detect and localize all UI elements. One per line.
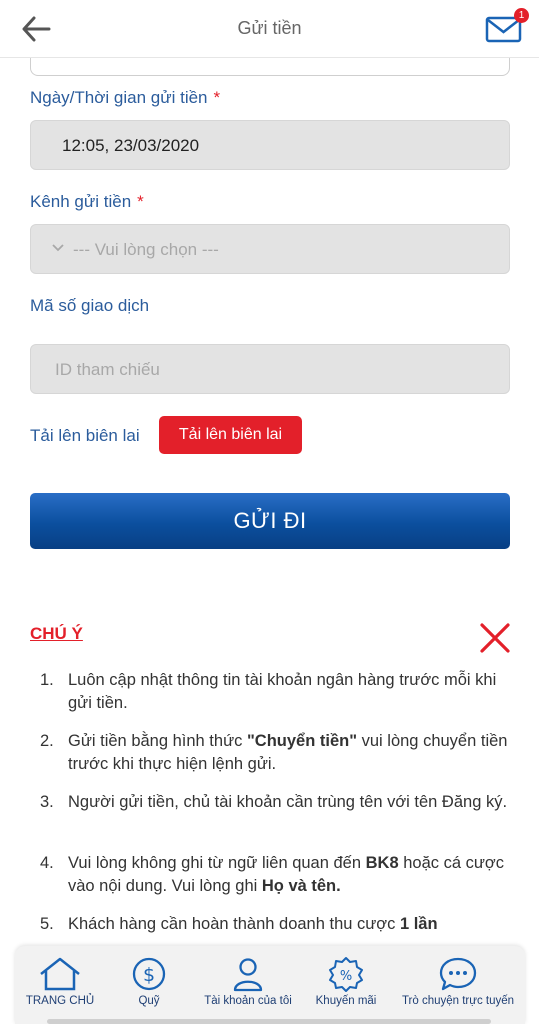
datetime-label: Ngày/Thời gian gửi tiền * (30, 88, 221, 107)
nav-fund[interactable]: $ Quỹ (119, 956, 179, 1007)
dollar-coin-icon: $ (132, 957, 166, 991)
user-icon (233, 958, 263, 992)
datetime-field[interactable]: 12:05, 23/03/2020 (30, 120, 510, 170)
transaction-id-input[interactable]: ID tham chiếu (30, 344, 510, 394)
page-title: Gửi tiền (237, 18, 302, 38)
chat-bubble-icon (439, 957, 477, 991)
bottom-navigation: TRANG CHỦ $ Quỹ Tài khoản của tôi % Khuy… (15, 946, 525, 1024)
channel-select[interactable]: --- Vui lòng chọn --- (30, 224, 510, 274)
svg-text:$: $ (143, 964, 155, 986)
close-icon[interactable] (478, 621, 512, 655)
app-header: Gửi tiền 1 (0, 0, 539, 58)
submit-button[interactable]: GỬI ĐI (30, 493, 510, 549)
home-icon (40, 957, 80, 991)
home-indicator (47, 1019, 491, 1024)
notice-title: CHÚ Ý (30, 624, 83, 643)
percent-badge-icon: % (329, 957, 363, 992)
nav-my-account[interactable]: Tài khoản của tôi (193, 956, 303, 1007)
svg-text:%: % (340, 969, 352, 984)
upload-receipt-button[interactable]: Tải lên biên lai (159, 416, 302, 454)
nav-home[interactable]: TRANG CHỦ (23, 956, 97, 1007)
notification-badge: 1 (514, 8, 529, 23)
chevron-down-icon (52, 244, 64, 252)
required-marker: * (213, 88, 221, 107)
receipt-label: Tải lên biên lai (30, 426, 140, 445)
datetime-value: 12:05, 23/03/2020 (62, 136, 200, 155)
nav-live-chat[interactable]: Trò chuyện trực tuyến (393, 956, 523, 1007)
required-marker: * (137, 192, 144, 211)
transaction-id-label: Mã số giao dịch (30, 296, 150, 315)
channel-label: Kênh gửi tiền * (30, 192, 144, 211)
channel-placeholder: --- Vui lòng chọn --- (73, 240, 219, 259)
nav-promotions[interactable]: % Khuyến mãi (307, 956, 385, 1007)
transaction-id-placeholder: ID tham chiếu (55, 360, 160, 379)
